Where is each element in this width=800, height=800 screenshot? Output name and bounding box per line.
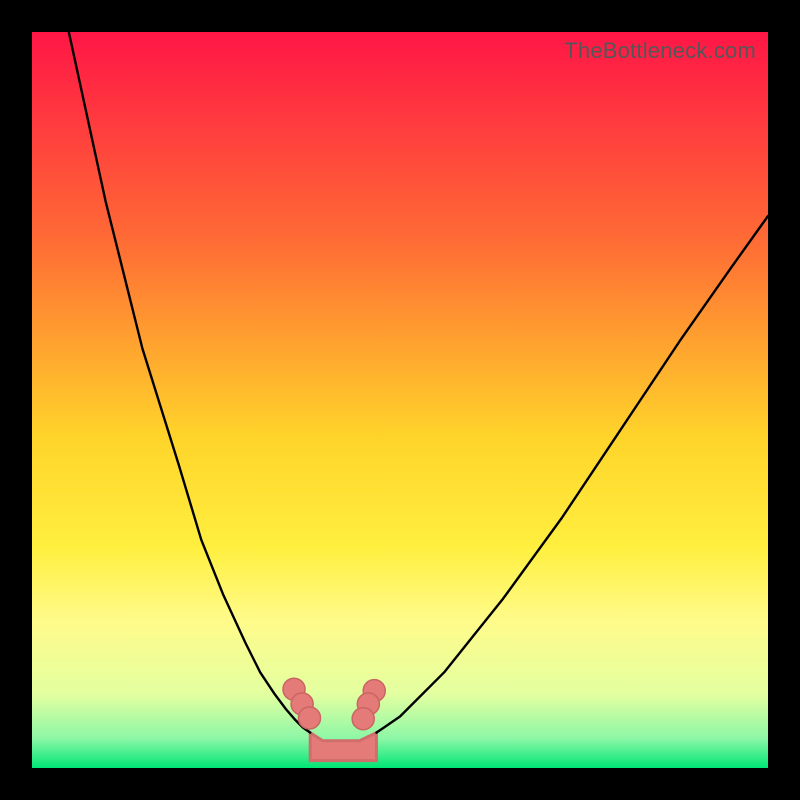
- valley-band: [310, 733, 376, 761]
- watermark-text: TheBottleneck.com: [564, 38, 756, 64]
- curve-left: [69, 32, 310, 733]
- chart-frame: TheBottleneck.com: [0, 0, 800, 800]
- curves-layer: [32, 32, 768, 768]
- curve-right: [376, 216, 768, 733]
- plot-area: TheBottleneck.com: [32, 32, 768, 768]
